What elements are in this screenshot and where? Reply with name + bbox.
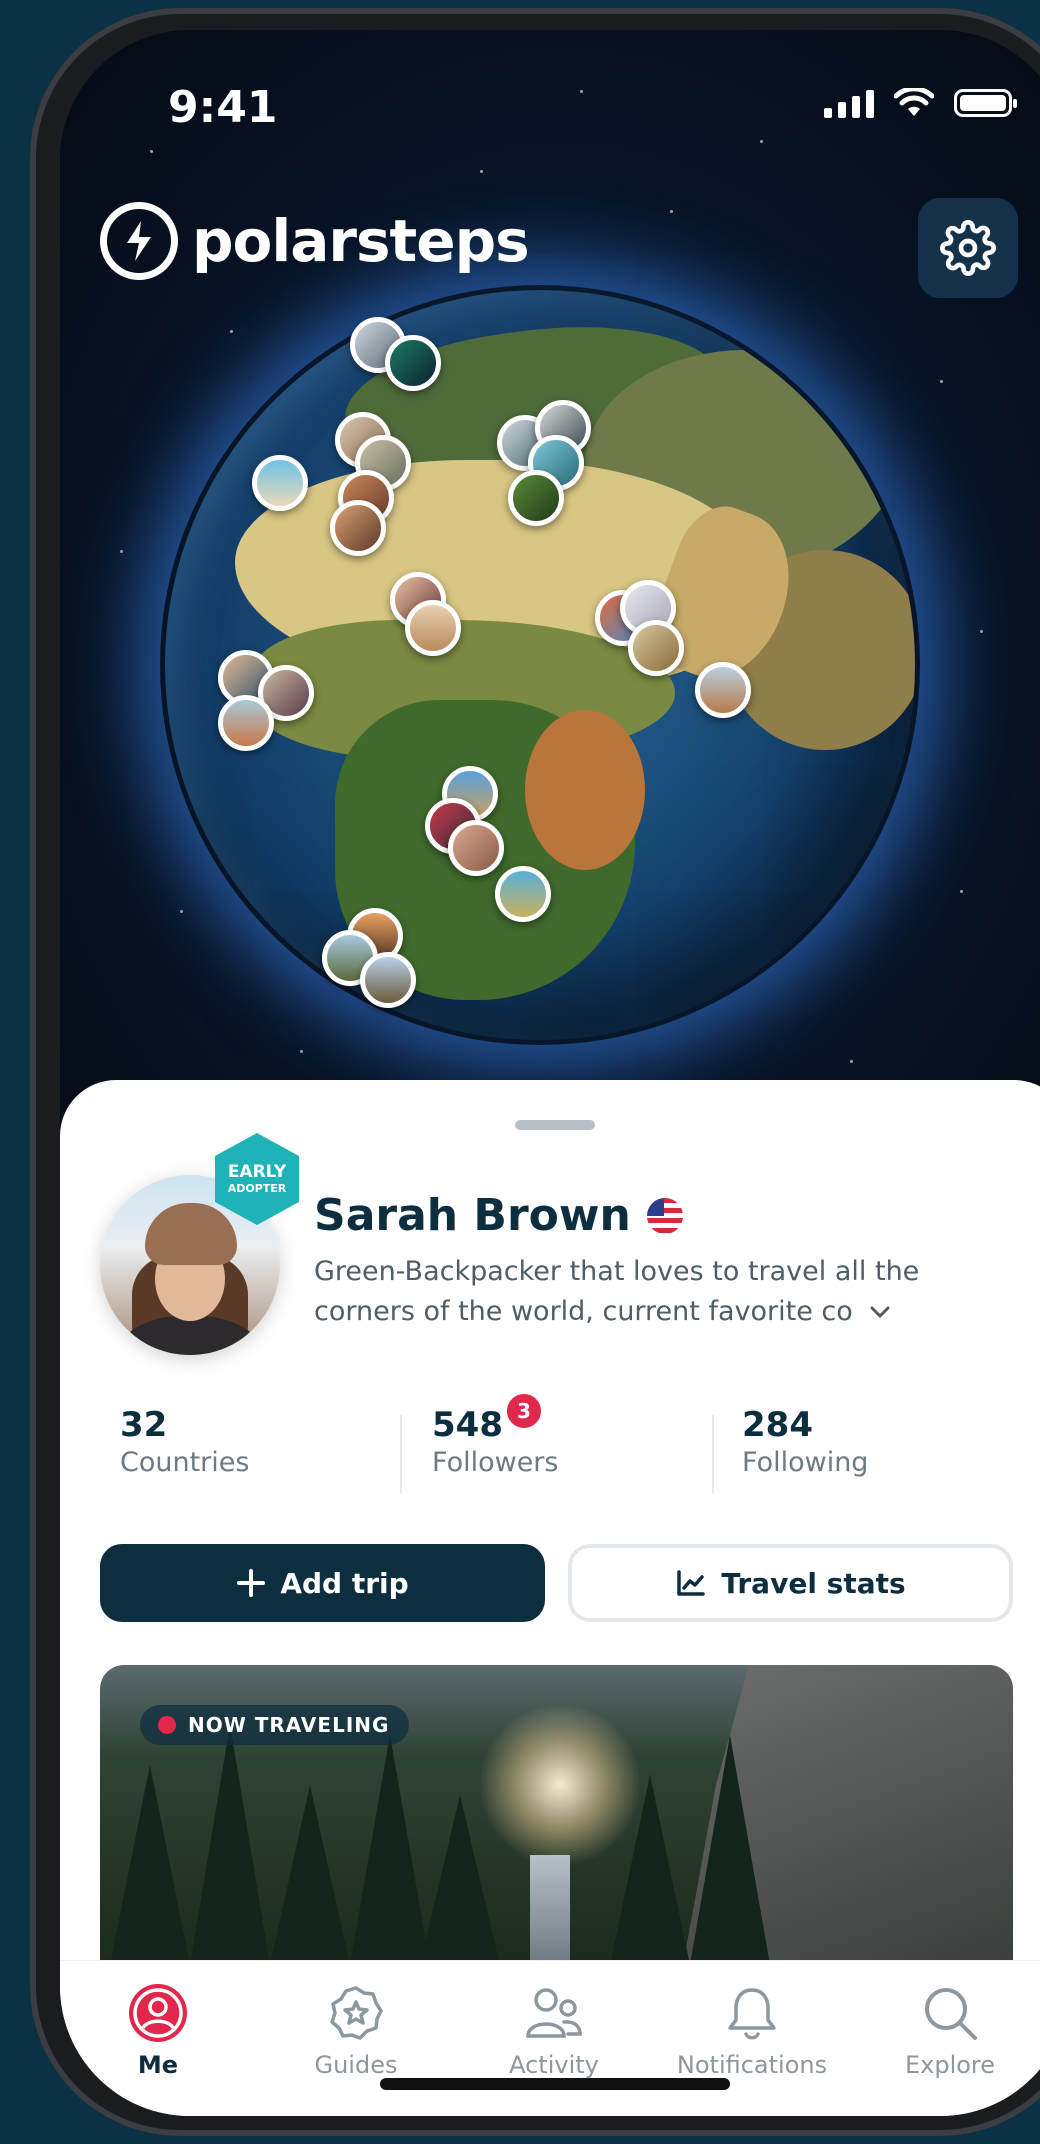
add-trip-button[interactable]: Add trip	[100, 1544, 545, 1622]
stat-label: Followers	[432, 1447, 559, 1478]
user-circle-icon	[129, 1984, 187, 2042]
status-icons	[824, 88, 1017, 118]
badge-line1: EARLY	[227, 1162, 287, 1182]
profile-bio-text: Green-Backpacker that loves to travel al…	[314, 1256, 920, 1327]
status-time: 9:41	[168, 82, 278, 133]
status-bar: 9:41	[60, 30, 1040, 150]
followers-badge: 3	[504, 1391, 544, 1431]
plus-icon	[237, 1569, 266, 1597]
globe-map-area[interactable]	[60, 30, 1040, 1150]
now-traveling-label: NOW TRAVELING	[188, 1713, 390, 1737]
tab-label: Notifications	[676, 2051, 828, 2079]
chart-icon	[677, 1570, 706, 1596]
badge-line2: ADOPTER	[227, 1182, 287, 1195]
tab-label: Activity	[509, 2051, 599, 2079]
live-dot-icon	[158, 1716, 176, 1734]
sheet-grabber[interactable]	[515, 1120, 595, 1130]
wifi-icon	[894, 88, 934, 116]
stat-countries[interactable]: 32 Countries	[120, 1405, 249, 1478]
tab-guides[interactable]: Guides	[256, 1983, 456, 2079]
people-icon	[526, 1988, 582, 2038]
battery-icon	[954, 89, 1017, 117]
tab-label: Explore	[904, 2051, 996, 2079]
profile-name: Sarah Brown	[314, 1190, 631, 1241]
avatar[interactable]: EARLY ADOPTER	[100, 1133, 299, 1355]
profile-stats: 32 Countries 548 3 Followers 284 Followi…	[120, 1391, 1020, 1505]
profile-name-row: Sarah Brown	[314, 1190, 683, 1241]
signal-icon	[824, 88, 874, 118]
app-screen: 9:41 polarsteps EARLY ADOPTER Sarah Brow…	[60, 30, 1040, 2116]
polarsteps-logo-icon	[100, 202, 178, 280]
brand-name: polarsteps	[192, 207, 530, 275]
travel-stats-label: Travel stats	[721, 1566, 906, 1600]
tab-explore[interactable]: Explore	[850, 1983, 1040, 2079]
travel-stats-button[interactable]: Travel stats	[568, 1544, 1013, 1622]
stat-following[interactable]: 284 Following	[742, 1405, 868, 1478]
now-traveling-badge: NOW TRAVELING	[140, 1705, 410, 1745]
stat-value: 284	[742, 1405, 813, 1445]
tab-bar: Me Guides Activity Notifications Explore	[60, 1960, 1040, 2116]
bell-icon	[728, 1988, 776, 2040]
stat-divider	[400, 1415, 402, 1493]
tab-label: Me	[137, 2051, 179, 2079]
home-indicator[interactable]	[380, 2078, 730, 2090]
stat-label: Following	[742, 1447, 869, 1478]
stat-value: 32	[120, 1405, 168, 1445]
tab-me[interactable]: Me	[60, 1983, 258, 2079]
app-logo: polarsteps	[100, 202, 530, 280]
search-icon	[925, 1988, 977, 2040]
add-trip-label: Add trip	[280, 1566, 409, 1600]
gear-icon	[940, 220, 996, 276]
us-flag-icon	[646, 1197, 683, 1234]
stat-followers[interactable]: 548 3 Followers	[432, 1391, 559, 1478]
tab-notifications[interactable]: Notifications	[652, 1983, 852, 2079]
globe[interactable]	[165, 290, 915, 1040]
star-badge-icon	[330, 1986, 383, 2040]
profile-bio[interactable]: Green-Backpacker that loves to travel al…	[314, 1252, 974, 1332]
stat-divider	[712, 1415, 714, 1493]
tab-activity[interactable]: Activity	[454, 1983, 654, 2079]
stat-label: Countries	[120, 1447, 250, 1478]
current-trip-card[interactable]: NOW TRAVELING	[100, 1665, 1013, 1965]
tab-label: Guides	[314, 2051, 398, 2079]
chevron-down-icon[interactable]	[869, 1304, 891, 1320]
settings-button[interactable]	[918, 198, 1018, 298]
